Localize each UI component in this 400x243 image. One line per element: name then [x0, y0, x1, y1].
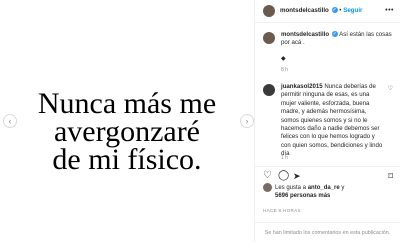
- comments-limited-notice: Se han limitado los comentarios en esta …: [255, 222, 400, 243]
- bookmark-icon[interactable]: ⌑: [388, 171, 393, 181]
- avatar[interactable]: [263, 32, 275, 44]
- comment-text: Nunca deberías de permitir ninguna de es…: [281, 83, 383, 158]
- post-media[interactable]: Nunca más me avergonzaré de mi físico. ‹…: [0, 0, 255, 242]
- verified-badge-icon: ✓: [331, 31, 338, 37]
- avatar[interactable]: [263, 84, 275, 96]
- comment-username[interactable]: juankasol2015: [281, 83, 323, 90]
- chevron-left-icon[interactable]: ‹: [3, 114, 17, 128]
- avatar[interactable]: [263, 183, 272, 192]
- header-username[interactable]: montsdelcastillo: [280, 7, 329, 14]
- post-timestamp[interactable]: HACE 8 HORAS: [263, 208, 301, 213]
- likes-user[interactable]: anto_da_re: [308, 185, 340, 191]
- comment-text-block: juankasol2015 Nunca deberías de permitir…: [281, 83, 385, 159]
- verified-badge-icon: ✓: [331, 7, 338, 13]
- header-username-row: montsdelcastillo ✓ • Seguir: [280, 7, 362, 14]
- quote-line-3: de mi físico.: [52, 143, 202, 176]
- instagram-post: Nunca más me avergonzaré de mi físico. ‹…: [0, 0, 400, 242]
- caption-text-block: montsdelcastillo ✓ Así están las cosas p…: [281, 31, 393, 48]
- comment-time: 1 h: [281, 155, 288, 161]
- caption-time: 8 h: [281, 67, 288, 73]
- caption-extra: ◆: [281, 55, 286, 62]
- quote-line-1: Nunca más me: [37, 87, 217, 120]
- likes-middle: y: [341, 185, 345, 191]
- separator-dot: •: [339, 7, 342, 14]
- action-bar: ♡ ◯ ➤ ⌑: [255, 166, 400, 183]
- chevron-right-icon[interactable]: ›: [240, 114, 254, 128]
- likes-count[interactable]: 5696 personas más: [275, 193, 330, 199]
- follow-button[interactable]: Seguir: [343, 7, 362, 14]
- comment-bubble-icon[interactable]: ◯: [278, 171, 289, 181]
- like-heart-icon[interactable]: ♡: [263, 171, 272, 181]
- post-sidebar: montsdelcastillo ✓ • Seguir ••• montsdel…: [255, 0, 400, 242]
- more-options-icon[interactable]: •••: [385, 7, 394, 14]
- caption-username[interactable]: montsdelcastillo: [281, 31, 329, 38]
- quote-line-2: avergonzaré: [53, 115, 200, 148]
- avatar[interactable]: [263, 5, 275, 17]
- post-quote-text: Nunca más me avergonzaré de mi físico.: [0, 87, 254, 176]
- likes-text: Les gusta a anto_da_re y 5696 personas m…: [275, 184, 344, 200]
- post-header: montsdelcastillo ✓ • Seguir •••: [255, 0, 400, 23]
- comment-like-heart-icon[interactable]: ♡: [388, 85, 393, 92]
- likes-prefix: Les gusta a: [275, 185, 307, 191]
- share-send-icon[interactable]: ➤: [293, 171, 301, 181]
